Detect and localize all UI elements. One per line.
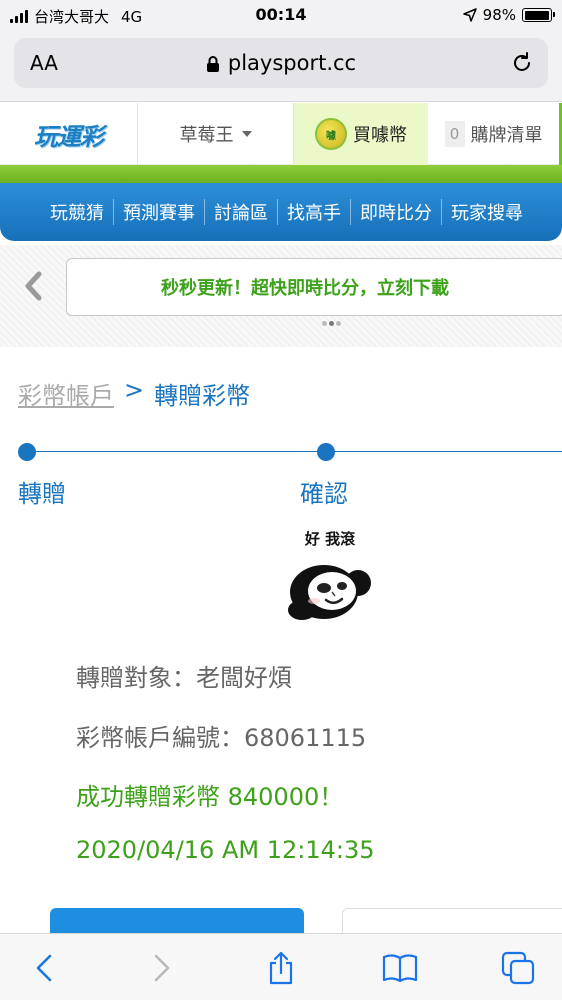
carousel-dots [322, 321, 341, 326]
address-bar[interactable]: AA playsport.cc [14, 38, 548, 88]
site-header: 玩運彩 草莓王 噱 買噱幣 0 購牌清單 [0, 103, 562, 165]
breadcrumb-coin-account[interactable]: 彩幣帳戶 [18, 376, 114, 411]
reload-icon[interactable] [510, 51, 534, 75]
chevron-left-icon [36, 954, 52, 982]
back-button[interactable] [24, 948, 64, 988]
carousel-dot[interactable] [336, 321, 341, 326]
forward-button[interactable] [142, 948, 182, 988]
banner-area: 秒秒更新！超快即時比分，立刻下載 [0, 245, 562, 347]
progress-steps: 轉贈 確認 [0, 440, 562, 510]
step-label-confirm: 確認 [300, 480, 348, 508]
nav-bar: 玩競猜 預測賽事 討論區 找高手 即時比分 玩家搜尋 [0, 183, 562, 241]
carousel-dot-active[interactable] [329, 321, 334, 326]
nav-item-guess[interactable]: 玩競猜 [42, 199, 113, 225]
promo-banner[interactable]: 秒秒更新！超快即時比分，立刻下載 [66, 258, 562, 316]
cart-label: 購牌清單 [470, 125, 543, 146]
browser-address-area: AA playsport.cc [0, 30, 562, 102]
chevron-left-icon[interactable] [22, 271, 46, 301]
step-dot-transfer [18, 443, 36, 461]
buy-coin-label: 買噱幣 [353, 125, 407, 146]
user-dropdown[interactable]: 草莓王 [138, 103, 294, 165]
account-number-line: 彩幣帳戶編號：68061115 [76, 724, 367, 752]
recipient-line: 轉贈對象：老闆好煩 [76, 664, 292, 692]
nav-item-player-search[interactable]: 玩家搜尋 [441, 199, 532, 225]
step-dot-confirm [317, 443, 335, 461]
promo-banner-text: 秒秒更新！超快即時比分，立刻下載 [161, 278, 449, 299]
nav-item-live-score[interactable]: 即時比分 [350, 199, 441, 225]
share-icon [269, 951, 293, 985]
step-label-transfer: 轉贈 [18, 480, 66, 508]
cart-count-badge: 0 [444, 121, 465, 147]
site-logo[interactable]: 玩運彩 [0, 103, 138, 165]
buy-coin-button[interactable]: 噱 買噱幣 [294, 103, 428, 165]
tabs-button[interactable] [498, 948, 538, 988]
location-arrow-icon [462, 8, 477, 22]
caret-down-icon [241, 131, 252, 137]
battery-icon [522, 8, 555, 22]
breadcrumb: 彩幣帳戶 > 轉贈彩幣 [18, 376, 250, 411]
book-icon [382, 954, 418, 983]
cart-button[interactable]: 0 購牌清單 [428, 103, 562, 165]
breadcrumb-separator: > [124, 376, 145, 404]
tabs-icon [501, 951, 535, 985]
browser-toolbar [0, 933, 562, 1000]
nav-accent-strip [0, 165, 562, 183]
lock-icon [206, 56, 219, 72]
share-button[interactable] [261, 948, 301, 988]
breadcrumb-current: 轉贈彩幣 [154, 382, 251, 410]
nav-item-experts[interactable]: 找高手 [277, 199, 350, 225]
url-text: playsport.cc [227, 51, 357, 75]
step-line [26, 451, 562, 452]
success-message: 成功轉贈彩幣 840000！ [76, 783, 344, 811]
bookmarks-button[interactable] [380, 948, 420, 988]
status-bar: 台湾大哥大 4G 00:14 98% [0, 0, 562, 30]
main-nav: 玩競猜 預測賽事 討論區 找高手 即時比分 玩家搜尋 [0, 165, 562, 245]
user-dropdown-label: 草莓王 [179, 125, 234, 146]
coin-icon: 噱 [315, 118, 347, 150]
nav-item-predict[interactable]: 預測賽事 [113, 199, 204, 225]
panda-face-image [288, 565, 371, 620]
carousel-dot[interactable] [322, 321, 327, 326]
battery-percent: 98% [482, 6, 516, 24]
nav-item-forum[interactable]: 討論區 [204, 199, 277, 225]
chevron-right-icon [154, 954, 170, 982]
transfer-timestamp: 2020/04/16 AM 12:14:35 [76, 836, 375, 864]
panda-meme-sticker: 好 我滾 [284, 528, 376, 624]
